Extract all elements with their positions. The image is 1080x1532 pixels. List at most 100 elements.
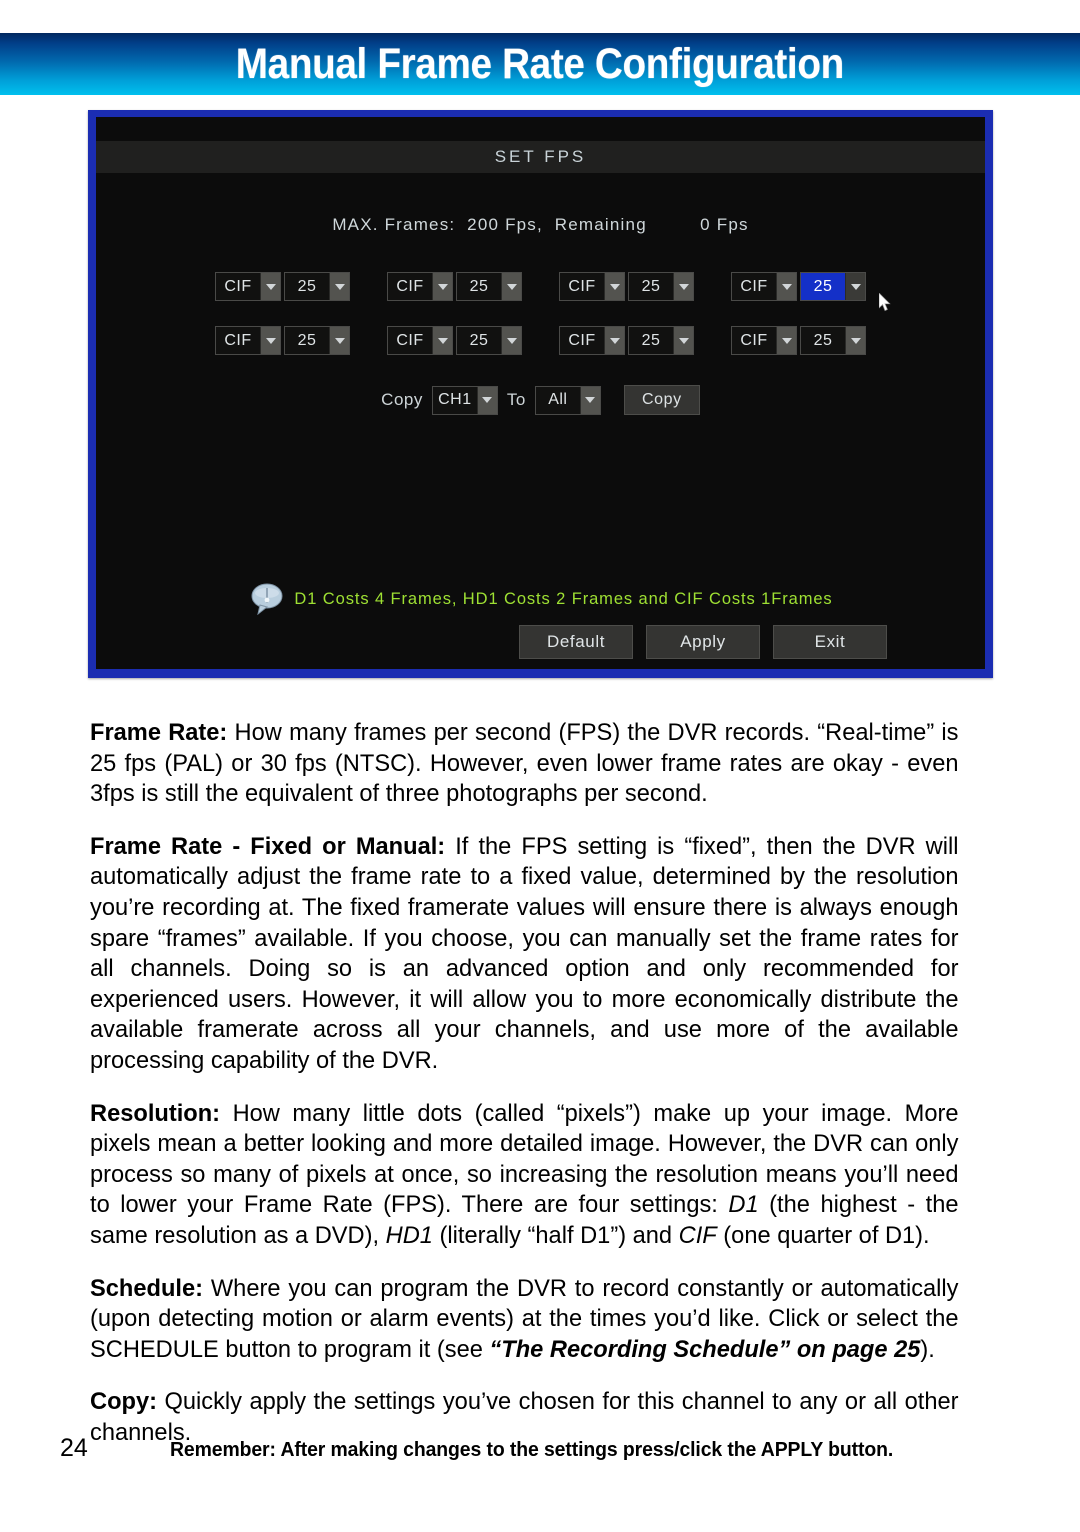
channel-setting-ch3: CIF 25 — [559, 272, 694, 301]
dvr-window-title: SET FPS — [494, 147, 587, 166]
footer-remember-note: Remember: After making changes to the se… — [170, 1439, 894, 1461]
fps-select-ch8[interactable]: 25 — [800, 326, 866, 355]
resolution-select-ch5[interactable]: CIF — [215, 326, 281, 355]
chevron-down-icon[interactable] — [673, 327, 693, 354]
resolution-select-ch1[interactable]: CIF — [215, 272, 281, 301]
resolution-select-ch2[interactable]: CIF — [387, 272, 453, 301]
chevron-down-icon[interactable] — [432, 327, 452, 354]
channel-setting-ch4: CIF 25 — [731, 272, 866, 301]
resolution-value-ch6: CIF — [388, 327, 432, 354]
paragraph-schedule-text-b: ). — [920, 1335, 935, 1363]
resolution-value-ch1: CIF — [216, 273, 260, 300]
resolution-select-ch8[interactable]: CIF — [731, 326, 797, 355]
page-title: Manual Frame Rate Configuration — [235, 39, 845, 88]
resolution-select-ch3[interactable]: CIF — [559, 272, 625, 301]
fps-select-ch1[interactable]: 25 — [284, 272, 350, 301]
fps-value-ch2: 25 — [457, 273, 501, 300]
fps-select-ch2[interactable]: 25 — [456, 272, 522, 301]
resolution-term-d1: D1 — [728, 1191, 759, 1219]
chevron-down-icon[interactable] — [604, 327, 624, 354]
copy-settings-row: Copy CH1 To All Copy — [96, 385, 985, 415]
dvr-window-titlebar: SET FPS — [96, 141, 985, 173]
fps-select-ch6[interactable]: 25 — [456, 326, 522, 355]
fps-select-ch3[interactable]: 25 — [628, 272, 694, 301]
copy-to-label: To — [506, 390, 526, 409]
cross-reference-recording-schedule: “The Recording Schedule” on page 25 — [489, 1335, 921, 1363]
chevron-down-icon[interactable] — [776, 273, 796, 300]
chevron-down-icon[interactable] — [604, 273, 624, 300]
fps-value-ch1: 25 — [285, 273, 329, 300]
resolution-value-ch7: CIF — [560, 327, 604, 354]
channel-row-1: CIF 25 CIF 25 CIF 25 CIF 25 — [96, 272, 985, 301]
paragraph-resolution-text-c: (literally “half D1”) and — [432, 1221, 679, 1249]
body-copy: Frame Rate: How many frames per second (… — [90, 718, 990, 1448]
resolution-value-ch3: CIF — [560, 273, 604, 300]
info-bubble-icon — [251, 583, 283, 615]
page-footer: 24 Remember: After making changes to the… — [60, 1434, 1020, 1463]
chevron-down-icon[interactable] — [476, 386, 497, 414]
resolution-value-ch5: CIF — [216, 327, 260, 354]
page-header-banner: Manual Frame Rate Configuration — [0, 33, 1080, 95]
channel-setting-ch8: CIF 25 — [731, 326, 866, 355]
chevron-down-icon[interactable] — [432, 273, 452, 300]
chevron-down-icon[interactable] — [845, 273, 865, 300]
paragraph-copy-heading: Copy: — [90, 1388, 157, 1416]
copy-button[interactable]: Copy — [623, 385, 700, 415]
copy-target-value: All — [535, 386, 580, 414]
fps-value-ch6: 25 — [457, 327, 501, 354]
resolution-select-ch7[interactable]: CIF — [559, 326, 625, 355]
fps-value-ch5: 25 — [285, 327, 329, 354]
resolution-value-ch4: CIF — [732, 273, 776, 300]
copy-source-value: CH1 — [432, 386, 477, 414]
paragraph-fixed-or-manual-heading: Frame Rate - Fixed or Manual: — [90, 832, 446, 860]
paragraph-frame-rate-heading: Frame Rate: — [90, 719, 228, 746]
chevron-down-icon[interactable] — [673, 273, 693, 300]
resolution-value-ch8: CIF — [732, 327, 776, 354]
apply-button[interactable]: Apply — [646, 625, 760, 659]
chevron-down-icon[interactable] — [501, 327, 521, 354]
resolution-select-ch6[interactable]: CIF — [387, 326, 453, 355]
resolution-term-hd1: HD1 — [385, 1221, 433, 1249]
paragraph-schedule-heading: Schedule: — [90, 1274, 203, 1302]
page-number: 24 — [60, 1434, 88, 1462]
copy-target-select[interactable]: All — [534, 385, 601, 415]
fps-select-ch5[interactable]: 25 — [284, 326, 350, 355]
channel-setting-ch2: CIF 25 — [387, 272, 522, 301]
channel-setting-ch5: CIF 25 — [215, 326, 350, 355]
copy-label: Copy — [381, 390, 423, 409]
chevron-down-icon[interactable] — [845, 327, 865, 354]
exit-button[interactable]: Exit — [773, 625, 887, 659]
channel-row-2: CIF 25 CIF 25 CIF 25 CIF 25 — [96, 326, 985, 355]
max-frames-status: MAX. Frames: 200 Fps, Remaining 0 Fps — [332, 215, 749, 234]
frame-cost-hint-text: D1 Costs 4 Frames, HD1 Costs 2 Frames an… — [294, 589, 833, 608]
fps-value-ch8: 25 — [801, 327, 845, 354]
chevron-down-icon[interactable] — [260, 327, 280, 354]
paragraph-resolution-heading: Resolution: — [90, 1099, 221, 1127]
fps-value-ch7: 25 — [629, 327, 673, 354]
fps-select-ch4[interactable]: 25 — [800, 272, 866, 301]
chevron-down-icon[interactable] — [579, 386, 600, 414]
resolution-term-cif: CIF — [678, 1221, 717, 1249]
resolution-value-ch2: CIF — [388, 273, 432, 300]
dvr-screenshot-figure: SET FPS MAX. Frames: 200 Fps, Remaining … — [88, 110, 993, 678]
chevron-down-icon[interactable] — [776, 327, 796, 354]
frame-cost-hint: D1 Costs 4 Frames, HD1 Costs 2 Frames an… — [96, 583, 985, 615]
chevron-down-icon[interactable] — [329, 327, 349, 354]
default-button[interactable]: Default — [519, 625, 633, 659]
chevron-down-icon[interactable] — [501, 273, 521, 300]
paragraph-fixed-or-manual: Frame Rate - Fixed or Manual: If the FPS… — [90, 832, 959, 1077]
fps-value-ch4: 25 — [801, 273, 845, 300]
copy-source-select[interactable]: CH1 — [431, 385, 498, 415]
resolution-select-ch4[interactable]: CIF — [731, 272, 797, 301]
paragraph-resolution-text-d: (one quarter of D1). — [716, 1221, 930, 1249]
channel-setting-ch1: CIF 25 — [215, 272, 350, 301]
fps-select-ch7[interactable]: 25 — [628, 326, 694, 355]
chevron-down-icon[interactable] — [260, 273, 280, 300]
channel-setting-ch7: CIF 25 — [559, 326, 694, 355]
chevron-down-icon[interactable] — [329, 273, 349, 300]
paragraph-fixed-or-manual-text: If the FPS setting is “fixed”, then the … — [90, 832, 959, 1074]
paragraph-schedule: Schedule: Where you can program the DVR … — [90, 1274, 959, 1366]
paragraph-frame-rate: Frame Rate: How many frames per second (… — [90, 718, 959, 810]
paragraph-resolution: Resolution: How many little dots (called… — [90, 1099, 959, 1252]
dvr-action-buttons: Default Apply Exit — [519, 625, 887, 659]
